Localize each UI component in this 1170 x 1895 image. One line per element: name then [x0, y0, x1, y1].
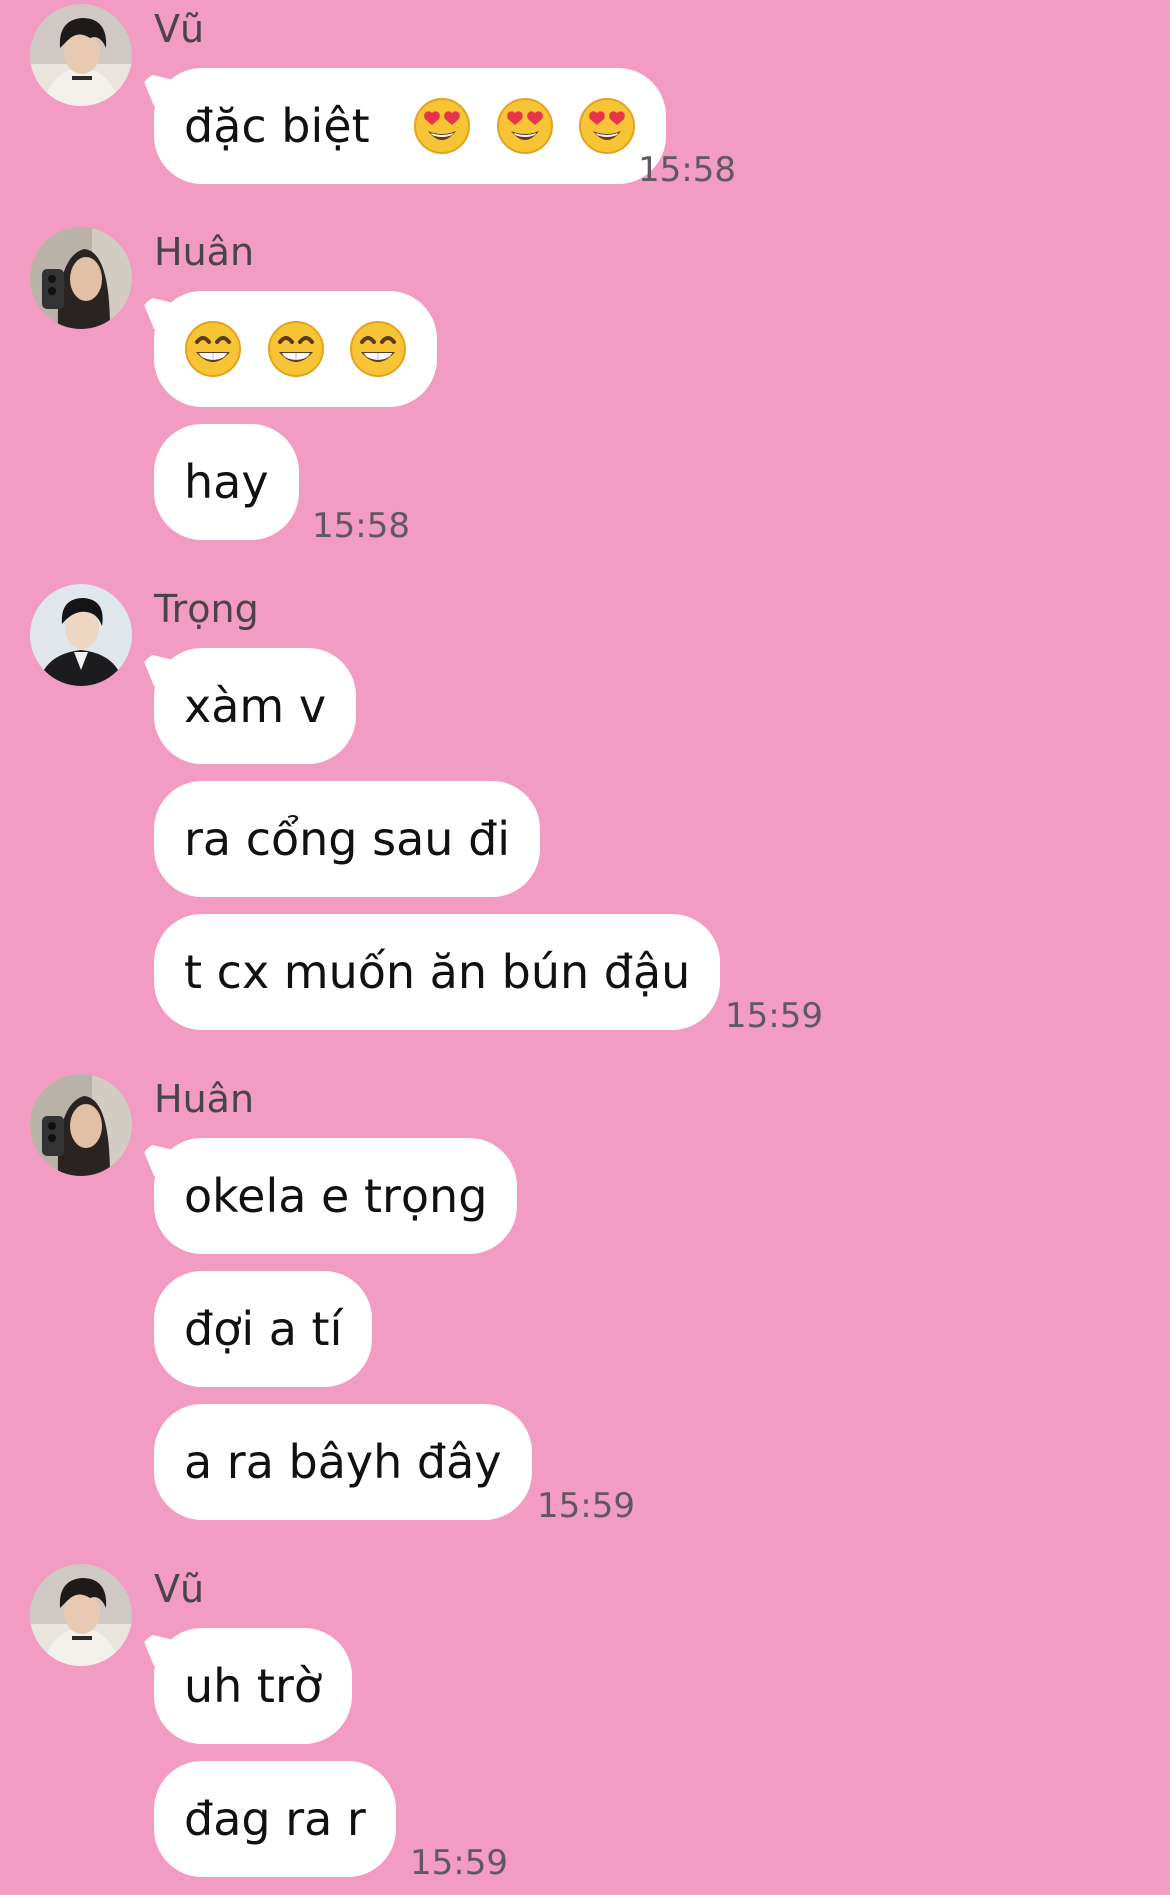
message-text: đợi a tí: [184, 1302, 343, 1356]
sender-name: Huân: [154, 230, 255, 274]
message-bubble[interactable]: hay: [154, 424, 299, 540]
message-time: 15:59: [725, 996, 823, 1036]
message-group-trong: Trọng xàm v ra cổng sau đi t cx muốn ăn …: [0, 580, 1170, 1036]
sender-name: Vũ: [154, 1567, 205, 1611]
message-text: đặc biệt: [184, 99, 370, 153]
message-bubble[interactable]: uh trờ: [154, 1628, 353, 1744]
message-text: uh trờ: [184, 1659, 323, 1713]
message-time: 15:59: [537, 1486, 635, 1526]
message-time: 15:59: [410, 1843, 508, 1883]
message-text: okela e trọng: [184, 1169, 488, 1223]
message-group-vu-1: Vũ đặc biệt 15:58: [0, 0, 1170, 190]
grinning-emoji: [267, 320, 325, 378]
message-bubble[interactable]: đợi a tí: [154, 1271, 373, 1387]
message-text: ra cổng sau đi: [184, 812, 511, 866]
sender-name: Vũ: [154, 7, 205, 51]
message-bubble[interactable]: đag ra r: [154, 1761, 396, 1877]
avatar-huan[interactable]: [30, 227, 132, 329]
message-group-huan-1: Huân hay 15:58: [0, 223, 1170, 546]
message-bubble[interactable]: đặc biệt: [154, 68, 667, 184]
message-bubble[interactable]: t cx muốn ăn bún đậu: [154, 914, 721, 1030]
heart-eyes-emoji: [413, 97, 471, 155]
grinning-emoji: [349, 320, 407, 378]
message-text: hay: [184, 455, 269, 509]
avatar-trong[interactable]: [30, 584, 132, 686]
message-text: đag ra r: [184, 1792, 366, 1846]
message-text: xàm v: [184, 679, 327, 733]
message-text: t cx muốn ăn bún đậu: [184, 945, 691, 999]
message-bubble[interactable]: ra cổng sau đi: [154, 781, 541, 897]
sender-name: Huân: [154, 1077, 255, 1121]
message-time: 15:58: [638, 150, 736, 190]
message-group-vu-2: Vũ uh trờ đag ra r 15:59: [0, 1560, 1170, 1890]
message-bubble[interactable]: [154, 291, 438, 407]
avatar-vu[interactable]: [30, 4, 132, 106]
message-time: 15:58: [312, 506, 410, 546]
grinning-emoji: [184, 320, 242, 378]
heart-eyes-emoji: [578, 97, 636, 155]
message-bubble[interactable]: okela e trọng: [154, 1138, 518, 1254]
heart-eyes-emoji: [496, 97, 554, 155]
message-text: a ra bâyh đây: [184, 1435, 502, 1489]
message-bubble[interactable]: xàm v: [154, 648, 357, 764]
message-group-huan-2: Huân okela e trọng đợi a tí a ra bâyh đâ…: [0, 1070, 1170, 1526]
avatar-huan[interactable]: [30, 1074, 132, 1176]
avatar-vu[interactable]: [30, 1564, 132, 1666]
message-bubble[interactable]: a ra bâyh đây: [154, 1404, 532, 1520]
sender-name: Trọng: [154, 587, 259, 631]
